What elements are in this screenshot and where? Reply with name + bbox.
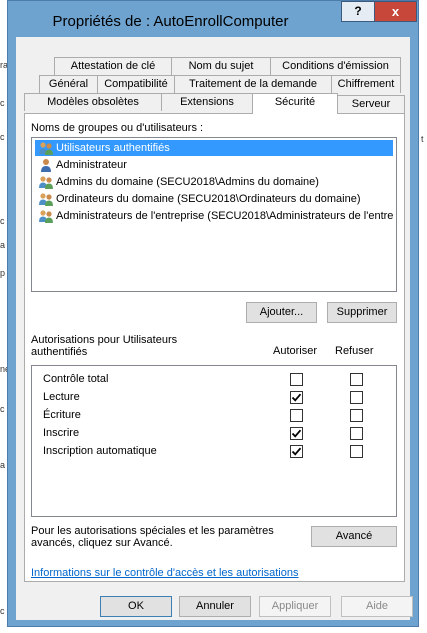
remove-button[interactable]: Supprimer — [327, 302, 397, 323]
title-bar[interactable]: Propriétés de : AutoEnrollComputer ? x — [8, 1, 418, 37]
users-icon — [38, 141, 54, 155]
apply-button[interactable]: Appliquer — [259, 596, 331, 617]
group-name: Utilisateurs authentifiés — [56, 142, 170, 154]
group-name: Administrateur — [56, 159, 127, 171]
group-name: Administrateurs de l'entreprise (SECU201… — [56, 210, 393, 222]
background-text-fragment: c — [0, 216, 5, 226]
deny-checkbox[interactable] — [350, 391, 363, 404]
access-control-help-link[interactable]: Informations sur le contrôle d'accès et … — [31, 567, 298, 579]
deny-checkbox[interactable] — [350, 445, 363, 458]
tab-compatibilite[interactable]: Compatibilité — [97, 75, 175, 93]
tab-securite[interactable]: Sécurité — [252, 93, 338, 114]
group-name: Admins du domaine (SECU2018\Admins du do… — [56, 176, 319, 188]
cancel-button[interactable]: Annuler — [179, 596, 251, 617]
allow-column-header: Autoriser — [273, 345, 318, 357]
groups-label: Noms de groupes ou d'utilisateurs : — [31, 122, 204, 134]
tab-nom-du-sujet[interactable]: Nom du sujet — [171, 57, 271, 75]
tab-chiffrement[interactable]: Chiffrement — [331, 75, 401, 93]
allow-checkbox[interactable] — [290, 445, 303, 458]
background-text-fragment: t — [421, 134, 424, 144]
users-icon — [38, 175, 54, 189]
tab-modeles-obsoletes[interactable]: Modèles obsolètes — [24, 93, 162, 111]
help-footer-button[interactable]: Aide — [341, 596, 413, 617]
checkmark-icon — [291, 429, 302, 438]
allow-checkbox[interactable] — [290, 427, 303, 440]
permissions-label: Autorisations pour Utilisateurs authenti… — [31, 334, 178, 358]
permission-name: Écriture — [43, 409, 81, 421]
permission-name: Contrôle total — [43, 373, 109, 385]
dialog-client-area: Attestation de clé Nom du sujet Conditio… — [16, 37, 413, 620]
allow-checkbox[interactable] — [290, 391, 303, 404]
checkmark-icon — [291, 393, 302, 402]
group-list-item[interactable]: Ordinateurs du domaine (SECU2018\Ordinat… — [35, 191, 393, 207]
advanced-button[interactable]: Avancé — [311, 526, 397, 547]
help-button[interactable]: ? — [341, 1, 375, 22]
properties-dialog: Propriétés de : AutoEnrollComputer ? x A… — [7, 0, 419, 627]
close-button[interactable]: x — [374, 1, 417, 22]
background-text-fragment: c — [0, 132, 5, 142]
allow-checkbox[interactable] — [290, 373, 303, 386]
ok-button[interactable]: OK — [100, 596, 172, 617]
user-icon — [38, 158, 54, 172]
deny-checkbox[interactable] — [350, 409, 363, 422]
add-button[interactable]: Ajouter... — [246, 302, 317, 323]
tab-traitement-demande[interactable]: Traitement de la demande — [174, 75, 332, 93]
tab-general[interactable]: Général — [39, 75, 98, 93]
tab-attestation-de-cle[interactable]: Attestation de clé — [54, 57, 172, 75]
background-text-fragment: c — [0, 606, 5, 616]
background-text-fragment: p — [0, 268, 6, 278]
groups-listbox[interactable]: Utilisateurs authentifiés Administrateur A… — [31, 137, 397, 292]
group-name: Ordinateurs du domaine (SECU2018\Ordinat… — [56, 193, 361, 205]
background-text-fragment: c — [0, 404, 5, 414]
background-text-fragment: c — [0, 98, 5, 108]
background-text-fragment: a — [0, 460, 6, 470]
group-list-item[interactable]: Administrateurs de l'entreprise (SECU201… — [35, 208, 393, 224]
permission-name: Inscrire — [43, 427, 80, 439]
advanced-help-text: Pour les autorisations spéciales et les … — [31, 525, 274, 549]
permission-name: Inscription automatique — [43, 445, 157, 457]
tab-serveur[interactable]: Serveur — [337, 95, 405, 113]
deny-column-header: Refuser — [335, 345, 374, 357]
allow-checkbox[interactable] — [290, 409, 303, 422]
checkmark-icon — [291, 447, 302, 456]
deny-checkbox[interactable] — [350, 427, 363, 440]
users-icon — [38, 192, 54, 206]
deny-checkbox[interactable] — [350, 373, 363, 386]
permissions-listbox: Contrôle total Lecture Écriture Inscrire Ins… — [31, 365, 397, 517]
tab-extensions[interactable]: Extensions — [161, 93, 253, 111]
group-list-item[interactable]: Admins du domaine (SECU2018\Admins du do… — [35, 174, 393, 190]
tab-conditions-emission[interactable]: Conditions d'émission — [270, 57, 401, 75]
background-text-fragment: a — [0, 240, 6, 250]
users-icon — [38, 209, 54, 223]
security-tab-panel: Noms de groupes ou d'utilisateurs : Util… — [24, 113, 405, 582]
permission-name: Lecture — [43, 391, 80, 403]
window-title: Propriétés de : AutoEnrollComputer — [52, 13, 289, 30]
group-list-item[interactable]: Utilisateurs authentifiés — [35, 140, 393, 156]
group-list-item[interactable]: Administrateur — [35, 157, 393, 173]
